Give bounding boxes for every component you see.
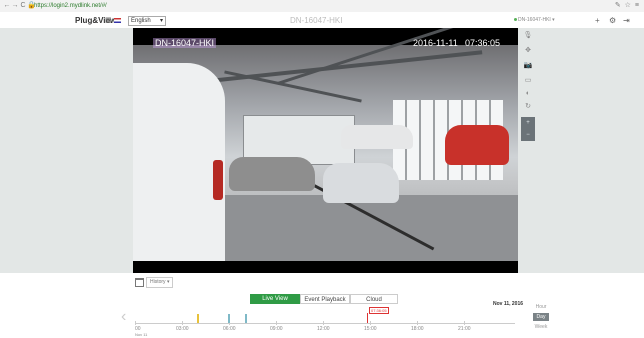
timeline-tick-label: 09:00	[270, 326, 283, 332]
timeline-tick-label: 15:00	[364, 326, 377, 332]
event-marker[interactable]	[228, 314, 230, 323]
van-taillight	[213, 160, 223, 200]
range-hour-button[interactable]: Hour	[533, 303, 549, 311]
forward-icon[interactable]: →	[11, 2, 19, 10]
zoom-control: + −	[521, 117, 535, 141]
osd-time: 07:36:05	[465, 38, 501, 48]
timeline-tick	[276, 321, 277, 325]
timeline-tick-label: 21:00	[458, 326, 471, 332]
osd-date: 2016-11-11	[413, 38, 458, 48]
timeline-tick	[417, 321, 418, 325]
reload-icon[interactable]: C	[19, 2, 27, 10]
timeline-tick-label: 06:00	[223, 326, 236, 332]
refresh-icon[interactable]: ↻	[521, 101, 535, 112]
calendar-icon[interactable]	[135, 278, 144, 287]
zoom-in-button[interactable]: +	[521, 117, 535, 129]
timeline-tick	[464, 321, 465, 325]
microphone-icon[interactable]: 🎙	[521, 30, 535, 41]
current-time-marker[interactable]	[367, 313, 368, 323]
white-van	[133, 63, 225, 261]
timeline[interactable]: 00 03:00 06:00 09:00 12:00 15:00 18:00 2…	[135, 307, 515, 337]
pan-icon[interactable]: ✥	[521, 45, 535, 56]
osd-camera-name: DN-16047-HKI	[153, 38, 217, 48]
silver-car	[323, 163, 399, 203]
camera-title: DN-16047-HKI	[290, 16, 343, 25]
night-mode-icon[interactable]: ◐	[521, 88, 535, 99]
timeline-day-label: Nov 11	[135, 332, 148, 337]
chevron-left-icon[interactable]: ‹	[121, 308, 126, 326]
timeline-tick	[370, 321, 371, 325]
timeline-tick	[182, 321, 183, 325]
grid-icon[interactable]: ▦	[105, 16, 112, 25]
settings-icon[interactable]: ⚙	[609, 16, 616, 25]
red-car	[445, 125, 509, 165]
language-select[interactable]: English	[128, 16, 166, 26]
tab-event-playback[interactable]: Event Playback	[300, 294, 350, 304]
fullscreen-icon[interactable]: ▭	[521, 75, 535, 86]
floor	[203, 195, 518, 261]
tab-live-view[interactable]: Live View	[250, 294, 300, 304]
roof-beam	[224, 70, 362, 103]
tab-cloud[interactable]: Cloud	[350, 294, 398, 304]
camera-status-select[interactable]: DN-16047-HKI ▾	[514, 16, 556, 24]
timeline-tick	[135, 321, 136, 325]
event-marker[interactable]	[197, 314, 199, 323]
timeline-tick	[323, 321, 324, 325]
browser-menu-icon[interactable]: ✎ ☆ ≡	[615, 1, 640, 9]
timeline-axis	[135, 323, 515, 324]
current-time-label: 07:36:05	[369, 307, 389, 314]
history-button[interactable]: History ▾	[146, 277, 174, 288]
flag-icon	[114, 18, 121, 23]
timeline-tick-label: 03:00	[176, 326, 189, 332]
video-frame	[133, 28, 518, 261]
plus-icon[interactable]: +	[595, 16, 600, 25]
back-icon[interactable]: ←	[3, 2, 11, 10]
range-day-button[interactable]: Day	[533, 313, 549, 321]
camera-status-label: DN-16047-HKI	[518, 17, 551, 23]
online-status-icon	[514, 18, 517, 21]
timeline-tick-label: 12:00	[317, 326, 330, 332]
logout-icon[interactable]: ⇥	[623, 16, 630, 25]
snapshot-icon[interactable]: 📷	[521, 60, 535, 71]
grey-car	[229, 157, 315, 191]
camera-video[interactable]: DN-16047-HKI 2016-11-11 07:36:05	[133, 28, 518, 273]
lifted-car	[341, 125, 413, 149]
timeline-date: Nov 11, 2016	[493, 301, 524, 307]
event-marker[interactable]	[245, 314, 247, 323]
zoom-out-button[interactable]: −	[521, 129, 535, 141]
range-week-button[interactable]: Week	[533, 323, 549, 331]
timeline-tick-label: 18:00	[411, 326, 424, 332]
address-bar[interactable]: https://login2.mydlink.net/#/	[34, 2, 107, 10]
